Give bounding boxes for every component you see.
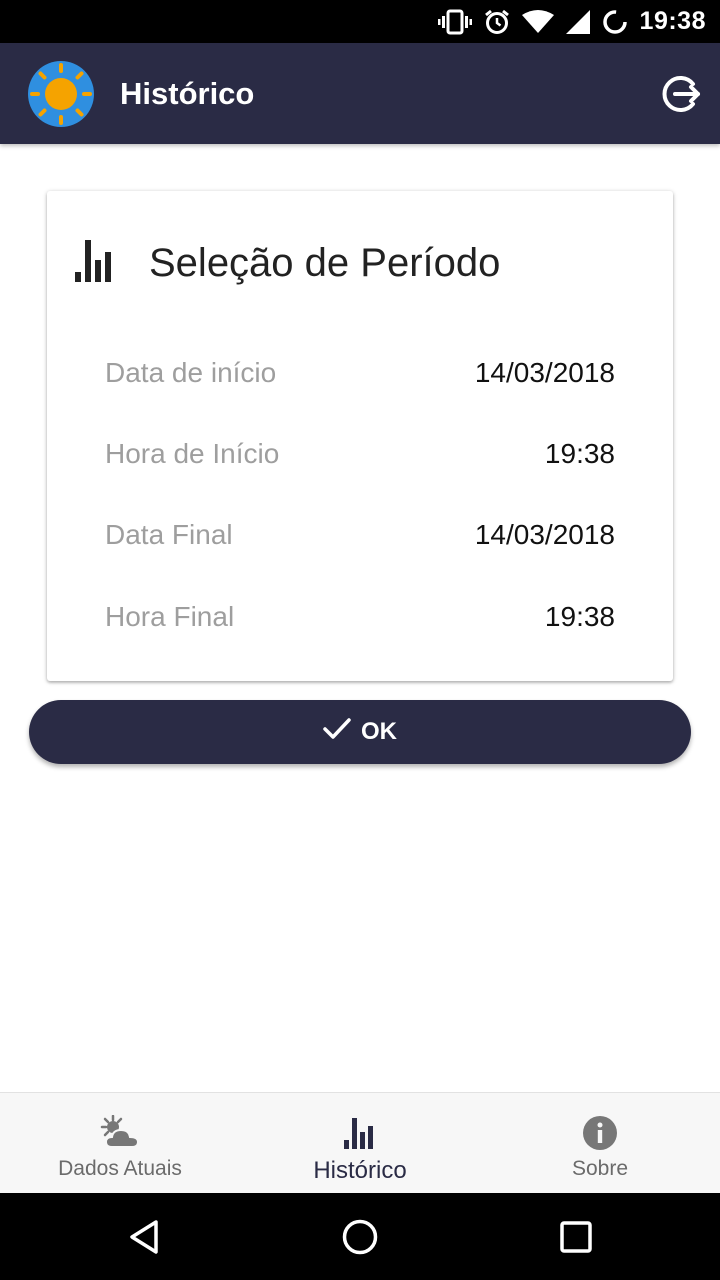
back-button[interactable]: [118, 1211, 170, 1263]
end-time-label: Hora Final: [105, 601, 235, 632]
nav-label-historico: Histórico: [313, 1157, 407, 1184]
start-time-row[interactable]: Hora de Início 19:38: [105, 434, 615, 474]
status-time: 19:38: [639, 7, 706, 35]
back-icon: [130, 1220, 158, 1254]
nav-item-sobre[interactable]: Sobre: [480, 1093, 720, 1194]
wifi-icon: [521, 9, 554, 34]
end-time-value[interactable]: 19:38: [545, 601, 615, 633]
sync-icon: [602, 9, 628, 35]
status-icons: 19:38: [437, 0, 706, 43]
end-date-value[interactable]: 14/03/2018: [475, 519, 615, 551]
start-date-label: Data de início: [105, 357, 277, 388]
partly-cloudy-icon: [100, 1113, 140, 1153]
card-header: Seleção de Período: [75, 231, 500, 295]
app-bar: Histórico: [0, 43, 720, 144]
start-time-value[interactable]: 19:38: [545, 438, 615, 470]
start-time-label: Hora de Início: [105, 438, 280, 469]
check-icon: [323, 717, 351, 748]
end-date-label: Data Final: [105, 519, 233, 550]
end-date-row[interactable]: Data Final 14/03/2018: [105, 515, 615, 555]
nav-item-historico[interactable]: Histórico: [240, 1093, 480, 1194]
nav-label-sobre: Sobre: [571, 1157, 629, 1180]
logout-button[interactable]: [660, 73, 702, 115]
home-button[interactable]: [334, 1211, 386, 1263]
status-bar: 19:38: [0, 0, 720, 43]
recents-button[interactable]: [550, 1211, 602, 1263]
sun-logo-icon: [27, 60, 95, 128]
signal-icon: [565, 9, 590, 34]
system-navigation-bar: [0, 1193, 720, 1280]
nav-label-dados-atuais: Dados Atuais: [58, 1157, 182, 1180]
vibrate-icon: [437, 9, 472, 35]
bottom-navigation: Dados Atuais Histórico Sobre: [0, 1092, 720, 1194]
page-title: Histórico: [120, 76, 255, 111]
home-icon: [342, 1219, 378, 1255]
ok-button[interactable]: OK: [29, 700, 691, 764]
alarm-icon: [484, 9, 510, 35]
start-date-value[interactable]: 14/03/2018: [475, 357, 615, 389]
period-selection-card: Seleção de Período Data de início 14/03/…: [47, 191, 673, 681]
end-time-row[interactable]: Hora Final 19:38: [105, 597, 615, 637]
start-date-row[interactable]: Data de início 14/03/2018: [105, 353, 615, 393]
nav-item-dados-atuais[interactable]: Dados Atuais: [0, 1093, 240, 1194]
recents-icon: [560, 1221, 592, 1253]
logout-icon: [662, 76, 700, 112]
card-title: Seleção de Período: [149, 240, 501, 285]
bar-chart-icon: [344, 1113, 376, 1153]
bar-chart-icon: [75, 238, 119, 289]
info-icon: [582, 1113, 618, 1153]
ok-button-label: OK: [361, 718, 397, 745]
